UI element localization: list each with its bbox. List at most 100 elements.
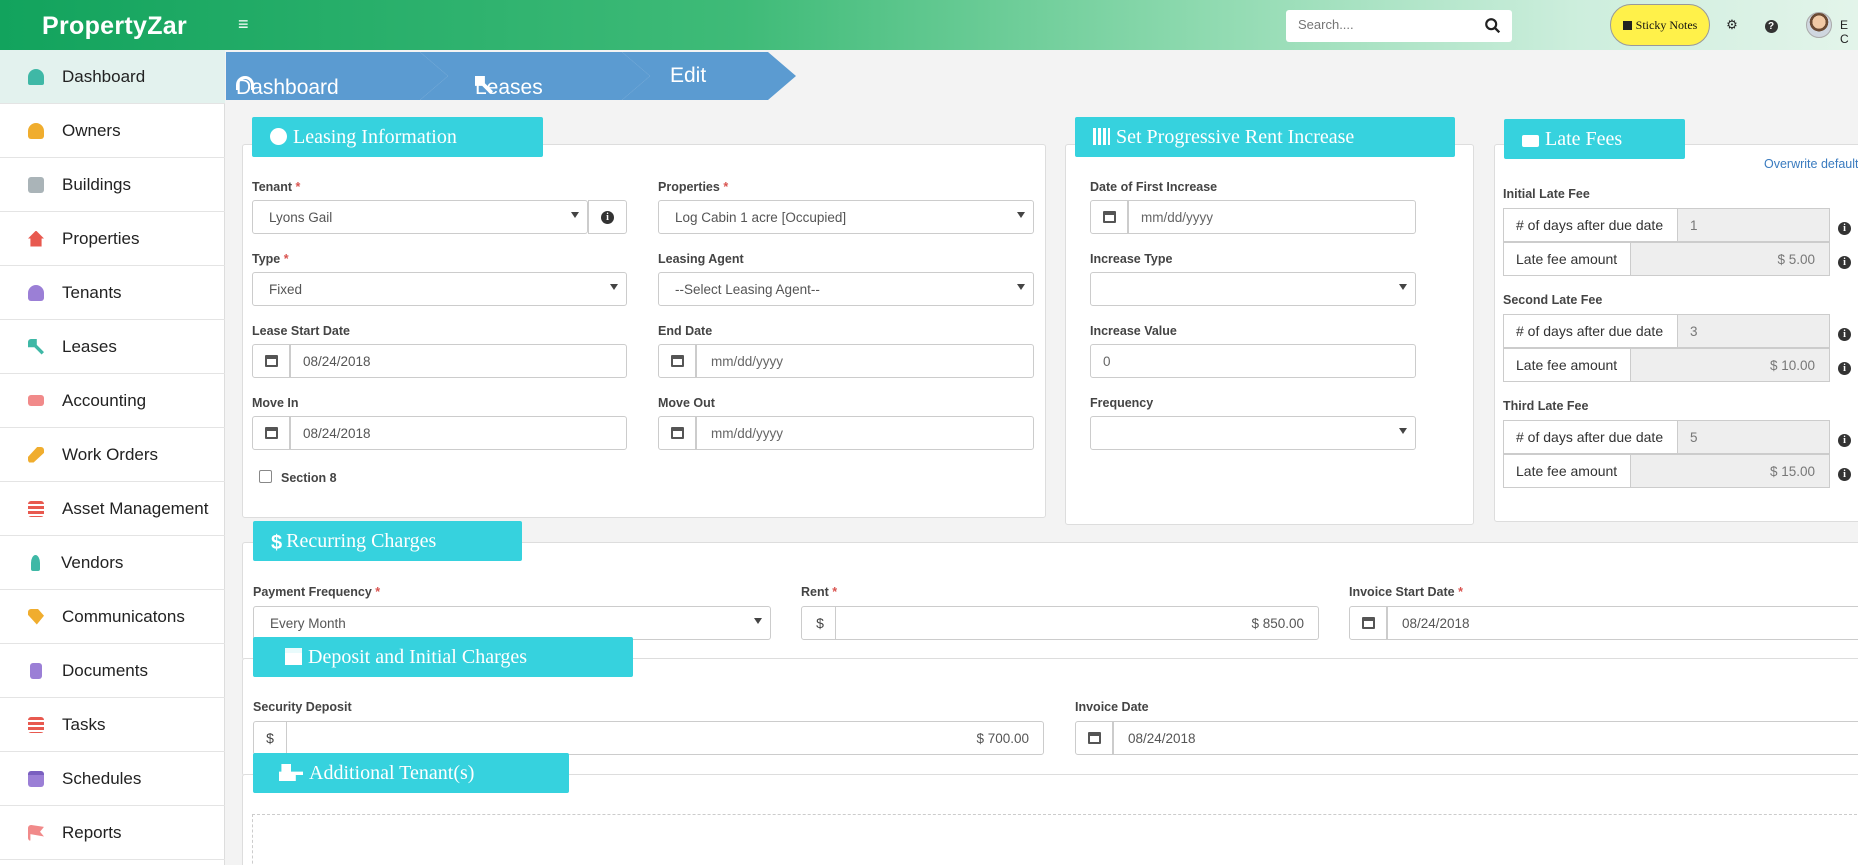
search-icon[interactable] bbox=[1484, 17, 1502, 35]
second-late-fee-label: Second Late Fee bbox=[1503, 293, 1603, 307]
increase-value-input[interactable]: 0 bbox=[1090, 344, 1416, 378]
breadcrumb-dashboard[interactable]: Dashboard bbox=[226, 52, 448, 100]
sidebar-item-accounting[interactable]: Accounting bbox=[0, 374, 225, 428]
tenant-label: Tenant * bbox=[252, 180, 301, 194]
lease-start-label: Lease Start Date bbox=[252, 324, 350, 338]
initial-days-input[interactable]: 1 bbox=[1677, 208, 1830, 242]
key-icon bbox=[28, 338, 44, 355]
chevron-down-icon bbox=[1399, 284, 1407, 290]
breadcrumb-leases[interactable]: Leases bbox=[420, 52, 650, 100]
first-increase-label: Date of First Increase bbox=[1090, 180, 1218, 194]
dollar-icon: $ bbox=[271, 532, 283, 554]
end-date-input[interactable]: mm/dd/yyyy bbox=[696, 344, 1034, 378]
tenant-select[interactable]: Lyons Gail bbox=[252, 200, 588, 234]
overwrite-default-link[interactable]: Overwrite default bbox=[1764, 157, 1858, 171]
menu-toggle-icon[interactable]: ≡ bbox=[238, 14, 249, 35]
sidebar-item-tenants[interactable]: Tenants bbox=[0, 266, 225, 320]
calendar-icon[interactable] bbox=[1090, 200, 1128, 234]
info-icon[interactable]: i bbox=[1838, 252, 1851, 270]
chevron-down-icon bbox=[571, 212, 579, 218]
dashboard-icon bbox=[28, 68, 44, 85]
search-input[interactable] bbox=[1298, 17, 1468, 32]
late-fee-amount-label: Late fee amount bbox=[1503, 454, 1631, 488]
rent-input[interactable]: $ 850.00 bbox=[835, 606, 1319, 640]
recurring-charges-header: $ Recurring Charges bbox=[253, 521, 522, 561]
invoice-date-input[interactable]: 08/24/2018 bbox=[1113, 721, 1858, 755]
sidebar-item-dashboard[interactable]: Dashboard bbox=[0, 50, 225, 104]
third-days-input[interactable]: 5 bbox=[1677, 420, 1830, 454]
sidebar-item-tasks[interactable]: Tasks bbox=[0, 698, 225, 752]
archive-icon bbox=[285, 648, 302, 665]
money-icon bbox=[28, 395, 44, 406]
avatar[interactable] bbox=[1806, 12, 1832, 38]
sidebar-item-documents[interactable]: Documents bbox=[0, 644, 225, 698]
third-amount-input[interactable]: $ 15.00 bbox=[1630, 454, 1830, 488]
sidebar-item-properties[interactable]: Properties bbox=[0, 212, 225, 266]
gear-icon[interactable]: ⚙ bbox=[1722, 15, 1742, 35]
move-out-input[interactable]: mm/dd/yyyy bbox=[696, 416, 1034, 450]
move-in-input[interactable]: 08/24/2018 bbox=[290, 416, 627, 450]
user-icon bbox=[28, 122, 44, 139]
progressive-rent-header: Set Progressive Rent Increase bbox=[1075, 117, 1455, 157]
tenant-info-button[interactable]: i bbox=[588, 200, 627, 234]
type-select[interactable]: Fixed bbox=[252, 272, 627, 306]
invoice-date-label: Invoice Date bbox=[1075, 700, 1149, 714]
increase-type-select[interactable] bbox=[1090, 272, 1416, 306]
move-out-label: Move Out bbox=[658, 396, 715, 410]
invoice-start-input[interactable]: 08/24/2018 bbox=[1387, 606, 1858, 640]
dollar-addon: $ bbox=[253, 721, 287, 755]
tags-icon bbox=[28, 608, 44, 625]
sticky-notes-label: Sticky Notes bbox=[1635, 18, 1698, 32]
section-8-label: Section 8 bbox=[281, 471, 337, 485]
initial-amount-input[interactable]: $ 5.00 bbox=[1630, 242, 1830, 276]
sidebar-item-buildings[interactable]: Buildings bbox=[0, 158, 225, 212]
info-icon[interactable]: i bbox=[1838, 358, 1851, 376]
rent-label: Rent * bbox=[801, 585, 838, 599]
sidebar-item-asset-management[interactable]: Asset Management bbox=[0, 482, 225, 536]
calendar-icon[interactable] bbox=[252, 416, 290, 450]
calendar-icon[interactable] bbox=[658, 416, 696, 450]
users-icon bbox=[28, 284, 44, 301]
calendar-icon[interactable] bbox=[1349, 606, 1387, 640]
search-box bbox=[1286, 10, 1512, 42]
first-increase-input[interactable]: mm/dd/yyyy bbox=[1128, 200, 1416, 234]
info-icon[interactable]: i bbox=[1838, 218, 1851, 236]
sidebar-item-work-orders[interactable]: Work Orders bbox=[0, 428, 225, 482]
payment-frequency-select[interactable]: Every Month bbox=[253, 606, 771, 640]
brand-logo[interactable]: PropertyZar bbox=[42, 12, 187, 41]
leasing-agent-select[interactable]: --Select Leasing Agent-- bbox=[658, 272, 1034, 306]
sidebar-item-vendors[interactable]: Vendors bbox=[0, 536, 225, 590]
sidebar-item-schedules[interactable]: Schedules bbox=[0, 752, 225, 806]
calendar-icon[interactable] bbox=[658, 344, 696, 378]
dollar-addon: $ bbox=[801, 606, 839, 640]
security-deposit-input[interactable]: $ 700.00 bbox=[286, 721, 1044, 755]
info-icon[interactable]: i bbox=[1838, 324, 1851, 342]
sidebar-item-communications[interactable]: Communicatons bbox=[0, 590, 225, 644]
info-icon: i bbox=[601, 211, 614, 224]
lease-start-input[interactable]: 08/24/2018 bbox=[290, 344, 627, 378]
list-icon bbox=[28, 500, 44, 517]
help-icon[interactable]: ? bbox=[1761, 15, 1781, 35]
chevron-down-icon bbox=[1399, 428, 1407, 434]
info-icon[interactable]: i bbox=[1838, 464, 1851, 482]
additional-tenants-dropzone[interactable] bbox=[252, 814, 1858, 865]
sidebar-item-reports[interactable]: Reports bbox=[0, 806, 225, 860]
sidebar-item-owners[interactable]: Owners bbox=[0, 104, 225, 158]
second-days-input[interactable]: 3 bbox=[1677, 314, 1830, 348]
person-icon bbox=[31, 554, 40, 571]
chevron-down-icon bbox=[754, 618, 762, 624]
calendar-icon[interactable] bbox=[1075, 721, 1113, 755]
info-icon[interactable]: i bbox=[1838, 430, 1851, 448]
calendar-icon[interactable] bbox=[252, 344, 290, 378]
move-in-label: Move In bbox=[252, 396, 299, 410]
user-initials[interactable]: E C bbox=[1840, 18, 1858, 46]
building-icon bbox=[28, 176, 44, 193]
security-deposit-label: Security Deposit bbox=[253, 700, 352, 714]
sticky-notes-button[interactable]: Sticky Notes bbox=[1610, 4, 1710, 46]
properties-select[interactable]: Log Cabin 1 acre [Occupied] bbox=[658, 200, 1034, 234]
section-8-checkbox[interactable] bbox=[259, 470, 272, 483]
second-amount-input[interactable]: $ 10.00 bbox=[1630, 348, 1830, 382]
breadcrumb-leases-label: Leases bbox=[475, 76, 543, 99]
frequency-select[interactable] bbox=[1090, 416, 1416, 450]
sidebar-item-leases[interactable]: Leases bbox=[0, 320, 225, 374]
